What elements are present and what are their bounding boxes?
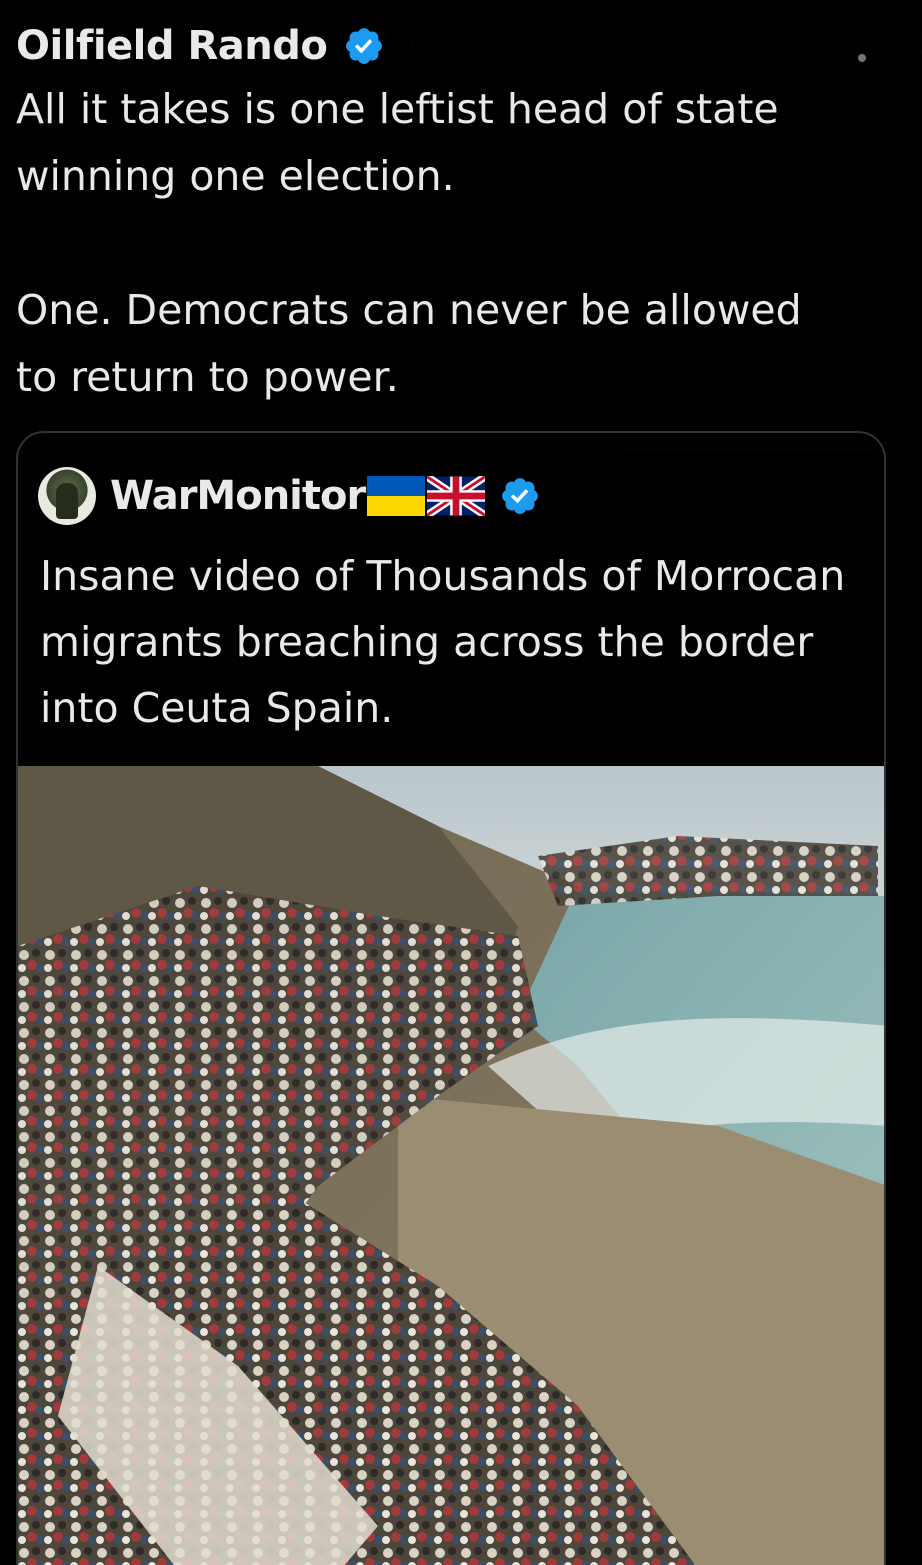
author-display-name[interactable]: Oilfield Rando xyxy=(16,16,328,76)
verified-badge-icon xyxy=(502,478,539,514)
redacted-timestamp xyxy=(722,10,922,78)
video-thumbnail[interactable] xyxy=(18,766,884,1565)
redacted-handle xyxy=(588,449,884,521)
quoted-tweet-header: WarMonitor xyxy=(38,465,541,527)
quoted-author-name[interactable]: WarMonitor xyxy=(110,473,366,519)
tweet-text: All it takes is one leftist head of stat… xyxy=(16,85,802,401)
tweet[interactable]: Oilfield Rando All it takes is one lefti… xyxy=(0,0,922,1565)
tweet-header: Oilfield Rando xyxy=(16,16,385,76)
redacted-handle xyxy=(412,2,722,74)
more-icon[interactable] xyxy=(858,54,866,62)
crowd-image xyxy=(18,766,884,1565)
avatar[interactable] xyxy=(38,467,96,525)
quoted-tweet[interactable]: WarMonitor Insane video of Thousands of … xyxy=(16,431,886,1565)
quoted-tweet-text: Insane video of Thousands of Morrocan mi… xyxy=(40,552,846,732)
ukraine-flag-icon xyxy=(367,476,426,516)
uk-flag-icon xyxy=(427,476,486,516)
verified-badge-icon xyxy=(346,28,383,64)
